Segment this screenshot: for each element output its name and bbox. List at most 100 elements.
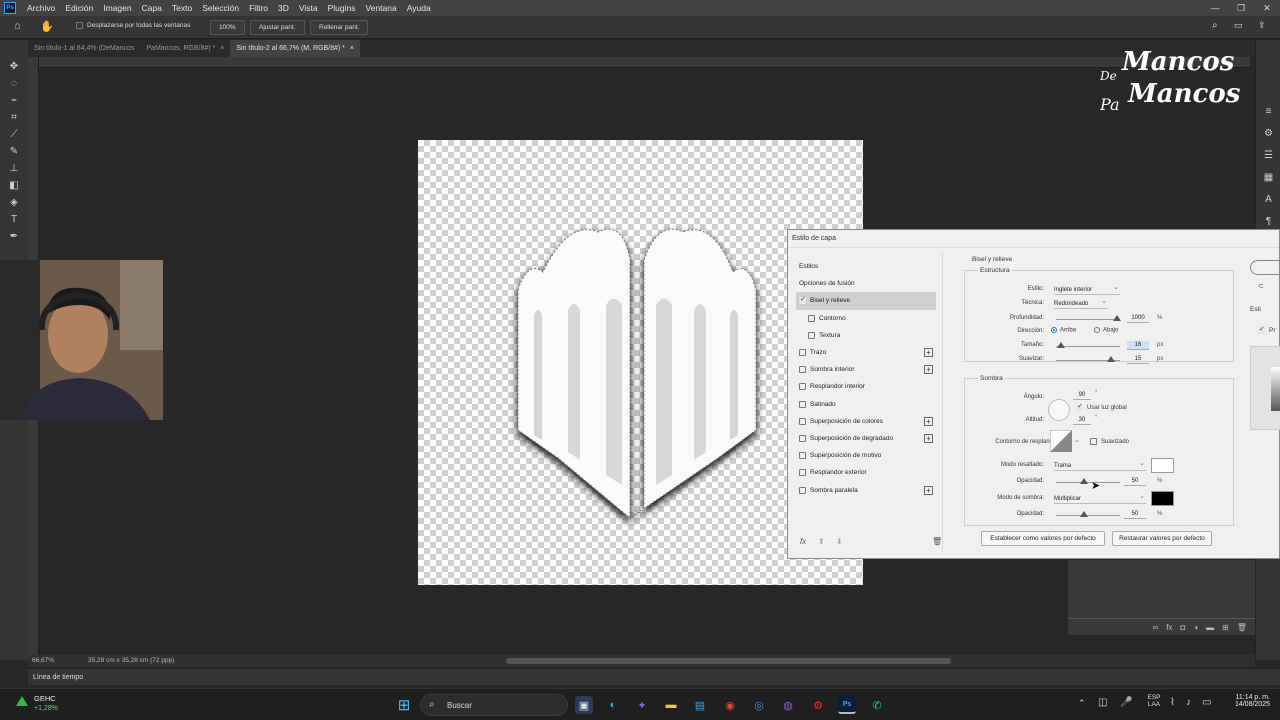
store-icon[interactable]: ▤ bbox=[691, 696, 709, 714]
character-icon[interactable]: A bbox=[1256, 188, 1280, 210]
style-checkbox-bisel-y-relieve[interactable] bbox=[799, 295, 806, 305]
layer-mask-icon[interactable]: ◘ bbox=[1180, 623, 1185, 632]
antialias-checkbox[interactable] bbox=[1090, 438, 1097, 445]
depth-slider[interactable] bbox=[1056, 319, 1120, 320]
highlight-opacity-thumb[interactable] bbox=[1080, 478, 1088, 484]
battery-icon[interactable]: ▭ bbox=[1202, 697, 1211, 708]
group-icon[interactable]: ▬ bbox=[1206, 623, 1214, 632]
style-item-textura[interactable]: Textura bbox=[796, 327, 936, 344]
tab-doc-pamancos[interactable]: PaMancos, RGB/8#) * × bbox=[140, 40, 230, 57]
style-checkbox-superposicion-de-degradado[interactable] bbox=[799, 434, 806, 442]
style-item-superposicion-de-degradado[interactable]: Superposición de degradado + bbox=[796, 430, 936, 447]
preview-checkbox[interactable] bbox=[1258, 325, 1265, 334]
delete-layer-icon[interactable]: 🗑 bbox=[1237, 623, 1247, 632]
app-icon-1[interactable]: ◎ bbox=[750, 696, 768, 714]
chrome-icon[interactable]: ◉ bbox=[721, 696, 739, 714]
gloss-contour-preview[interactable] bbox=[1050, 430, 1072, 452]
menu-edicion[interactable]: Edición bbox=[60, 0, 98, 16]
menu-ventana[interactable]: Ventana bbox=[361, 0, 402, 16]
menu-filtro[interactable]: Filtro bbox=[244, 0, 273, 16]
style-checkbox-superposicion-de-motivo[interactable] bbox=[799, 452, 806, 460]
menu-ayuda[interactable]: Ayuda bbox=[402, 0, 436, 16]
shadow-opacity-thumb[interactable] bbox=[1080, 511, 1088, 517]
angle-dial[interactable] bbox=[1048, 399, 1070, 421]
fit-screen-button[interactable]: Ajustar pant. bbox=[250, 20, 305, 35]
soften-input[interactable]: 15 bbox=[1127, 355, 1149, 364]
style-checkbox-sombra-interior[interactable] bbox=[799, 366, 806, 374]
layer-fx-icon[interactable]: fx bbox=[1166, 623, 1172, 632]
horizontal-scrollbar[interactable] bbox=[506, 658, 951, 664]
quick-select-tool-icon[interactable]: ⌁ bbox=[0, 92, 28, 109]
style-item-resplandor-exterior[interactable]: Resplandor exterior bbox=[796, 464, 936, 481]
app-icon-3[interactable]: ⚙ bbox=[809, 696, 827, 714]
link-layers-icon[interactable]: ∞ bbox=[1153, 623, 1159, 632]
soften-slider-thumb[interactable] bbox=[1107, 356, 1115, 362]
stock-name[interactable]: GEHC bbox=[34, 694, 56, 703]
style-checkbox-textura[interactable] bbox=[808, 331, 815, 339]
style-item-estilos[interactable]: Estilos bbox=[796, 258, 936, 275]
close-tab-icon[interactable]: × bbox=[350, 45, 354, 52]
task-view-icon[interactable]: ▣ bbox=[575, 696, 593, 714]
home-icon[interactable]: ⌂ bbox=[14, 20, 21, 32]
pen-tool-icon[interactable]: ✒ bbox=[0, 228, 28, 245]
new-layer-icon[interactable]: ⊞ bbox=[1222, 623, 1229, 632]
add-effect-icon[interactable]: + bbox=[924, 485, 933, 495]
lasso-tool-icon[interactable]: ◌ bbox=[0, 75, 28, 92]
clock[interactable]: 11:14 p. m. 14/08/2025 bbox=[1222, 694, 1270, 708]
reset-default-button[interactable]: Restaurar valores por defecto bbox=[1112, 531, 1212, 546]
adjustment-layer-icon[interactable]: ◑ bbox=[1193, 623, 1198, 632]
menu-texto[interactable]: Texto bbox=[167, 0, 197, 16]
tray-app-icon[interactable]: ◫ bbox=[1098, 697, 1107, 708]
add-effect-icon[interactable]: + bbox=[924, 348, 933, 358]
style-checkbox-satinado[interactable] bbox=[799, 400, 806, 408]
style-select[interactable]: Inglete interior bbox=[1054, 283, 1120, 295]
style-item-sombra-interior[interactable]: Sombra interior + bbox=[796, 361, 936, 378]
menu-seleccion[interactable]: Selección bbox=[197, 0, 244, 16]
stamp-tool-icon[interactable]: ⊥ bbox=[0, 160, 28, 177]
angle-input[interactable]: 90 bbox=[1073, 391, 1091, 400]
style-item-superposicion-de-motivo[interactable]: Superposición de motivo bbox=[796, 447, 936, 464]
copilot-icon[interactable]: ✦ bbox=[633, 696, 651, 714]
history-icon[interactable]: ≡ bbox=[1256, 100, 1280, 122]
highlight-opacity-input[interactable]: 50 bbox=[1124, 477, 1146, 486]
size-slider-thumb[interactable] bbox=[1057, 342, 1065, 348]
style-item-resplandor-interior[interactable]: Resplandor interior bbox=[796, 378, 936, 395]
style-item-satinado[interactable]: Satinado bbox=[796, 396, 936, 413]
altitude-input[interactable]: 30 bbox=[1073, 416, 1091, 425]
depth-input[interactable]: 1000 bbox=[1127, 314, 1149, 323]
dialog-title[interactable]: Estilo de capa bbox=[788, 230, 1279, 248]
edge-icon[interactable]: ◐ bbox=[604, 696, 622, 714]
ok-button-partial[interactable] bbox=[1250, 260, 1280, 275]
move-down-icon[interactable]: ⬇ bbox=[836, 537, 843, 546]
direction-up-option[interactable]: Arriba bbox=[1051, 327, 1076, 334]
preview-option-partial[interactable]: Pr bbox=[1258, 325, 1276, 334]
app-icon-2[interactable]: ◍ bbox=[779, 696, 797, 714]
menu-vista[interactable]: Vista bbox=[294, 0, 323, 16]
hand-tool-icon[interactable]: ✋ bbox=[40, 20, 54, 33]
fill-screen-button[interactable]: Rellenar pant. bbox=[310, 20, 369, 35]
share-icon[interactable]: ⇪ bbox=[1258, 20, 1266, 31]
global-light-option[interactable]: Usar luz global bbox=[1076, 402, 1127, 411]
style-item-sombra-paralela[interactable]: Sombra paralela + bbox=[796, 481, 936, 498]
timeline-label[interactable]: Línea de tiempo bbox=[33, 674, 83, 681]
file-explorer-icon[interactable]: ▬ bbox=[662, 696, 680, 714]
shadow-mode-select[interactable]: Multiplicar bbox=[1054, 492, 1146, 504]
style-checkbox-trazo[interactable] bbox=[799, 349, 806, 357]
eraser-tool-icon[interactable]: ◧ bbox=[0, 177, 28, 194]
start-icon[interactable]: ⊞ bbox=[395, 696, 413, 714]
menu-3d[interactable]: 3D bbox=[273, 0, 294, 16]
photoshop-taskbar-icon[interactable]: Ps bbox=[838, 696, 856, 714]
move-tool-icon[interactable]: ✥ bbox=[0, 58, 28, 75]
taskbar-search[interactable]: ⌕ Buscar bbox=[420, 694, 568, 716]
stock-widget-icon[interactable] bbox=[14, 694, 30, 710]
shadow-color-swatch[interactable] bbox=[1151, 491, 1174, 506]
language-indicator[interactable]: ESP LAA bbox=[1143, 694, 1165, 708]
microphone-icon[interactable]: 🎤 bbox=[1120, 697, 1132, 708]
minimize-button[interactable]: — bbox=[1202, 3, 1228, 14]
style-checkbox-resplandor-exterior[interactable] bbox=[799, 469, 806, 477]
wifi-icon[interactable]: ⌇ bbox=[1170, 697, 1175, 708]
tab-doc-2[interactable]: Sin título-2 al 66,7% (M, RGB/8#) * × bbox=[230, 40, 360, 57]
crop-tool-icon[interactable]: ⌗ bbox=[0, 109, 28, 126]
direction-up-radio[interactable] bbox=[1051, 327, 1057, 333]
style-item-trazo[interactable]: Trazo + bbox=[796, 344, 936, 361]
